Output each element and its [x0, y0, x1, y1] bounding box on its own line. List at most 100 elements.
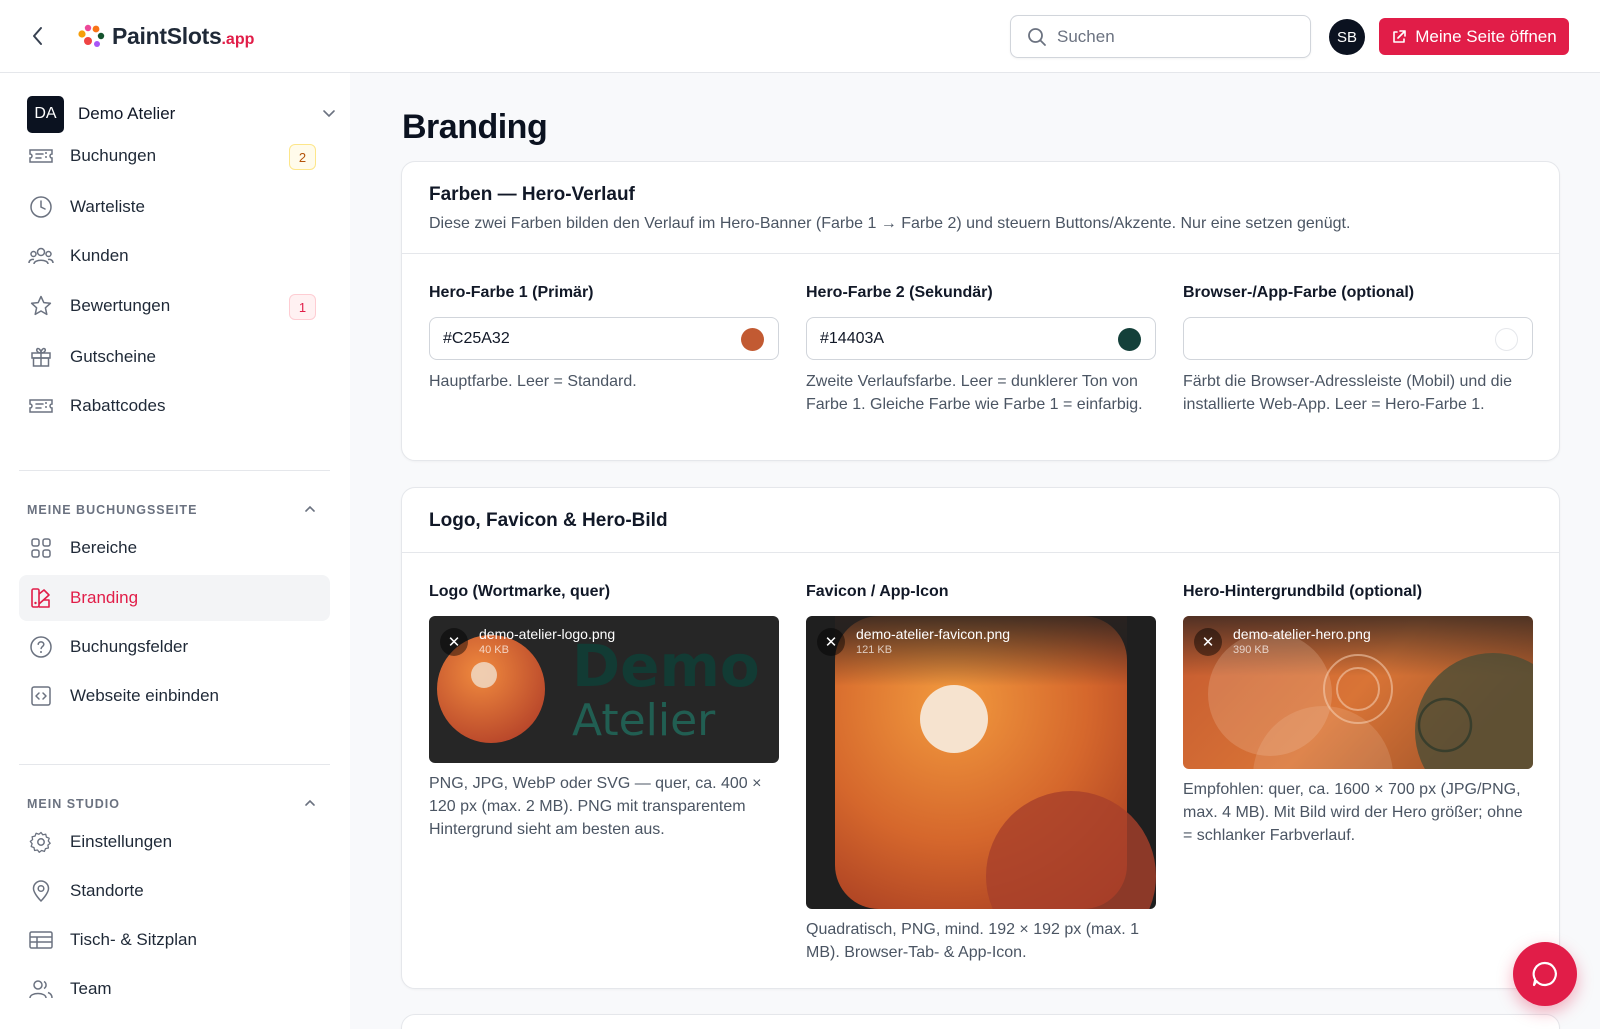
sidebar-item-bereiche[interactable]: Bereiche — [19, 525, 330, 571]
hero-color-2-field: Hero-Farbe 2 (Sekundär) Zweite Verlaufsf… — [806, 284, 1156, 416]
top-bar: PaintSlots .app SB Meine Seite öffnen — [0, 0, 1600, 73]
sidebar-item-label: Warteliste — [70, 197, 145, 216]
color-swatch[interactable] — [1495, 328, 1518, 351]
section-header-studio[interactable]: MEIN STUDIO — [27, 797, 327, 811]
hero-color-2-input[interactable] — [820, 329, 1080, 348]
chevron-up-icon — [305, 505, 315, 512]
section-header-buchungsseite[interactable]: MEINE BUCHUNGSSEITE — [27, 503, 327, 517]
workspace-switcher[interactable]: DA Demo Atelier — [27, 95, 337, 133]
hero-color-1-field: Hero-Farbe 1 (Primär) Hauptfarbe. Leer =… — [429, 284, 779, 393]
chevron-down-icon — [323, 110, 335, 118]
remove-file-button[interactable]: ✕ — [440, 628, 468, 656]
count-badge: 2 — [289, 144, 316, 170]
chevron-up-icon — [305, 799, 315, 806]
open-my-page-button[interactable]: Meine Seite öffnen — [1379, 18, 1569, 55]
file-name: demo-atelier-favicon.png — [856, 626, 1011, 642]
grid-icon — [28, 535, 54, 561]
search-box[interactable] — [1010, 15, 1311, 58]
sidebar-item-warteliste[interactable]: Warteliste — [19, 184, 330, 230]
sidebar-item-label: Bereiche — [70, 538, 138, 557]
workspace-badge: DA — [27, 95, 64, 133]
sidebar-item-bewertungen[interactable]: Bewertungen 1 — [19, 283, 330, 329]
color-input-box[interactable] — [806, 317, 1156, 360]
sidebar-item-kunden[interactable]: Kunden — [19, 233, 330, 279]
sidebar: DA Demo Atelier Buchungen 2 Warteliste K… — [0, 73, 350, 1029]
external-link-icon — [1393, 29, 1407, 43]
code-icon — [28, 683, 54, 709]
sidebar-item-label: Buchungen — [70, 146, 157, 165]
remove-file-button[interactable]: ✕ — [817, 628, 845, 656]
field-help: Zweite Verlaufsfarbe. Leer = dunklerer T… — [806, 373, 1143, 413]
favicon-image — [835, 616, 1156, 909]
hero-image-upload: Hero-Hintergrundbild (optional) ✕ demo-a… — [1183, 583, 1533, 847]
field-help: PNG, JPG, WebP oder SVG — quer, ca. 400 … — [429, 775, 762, 838]
sidebar-item-buchungen[interactable]: Buchungen 2 — [19, 133, 330, 179]
sidebar-item-standorte[interactable]: Standorte — [19, 868, 330, 914]
star-icon — [28, 293, 54, 319]
field-label: Hero-Farbe 2 (Sekundär) — [806, 284, 993, 301]
field-label: Hero-Farbe 1 (Primär) — [429, 284, 594, 301]
favicon-upload: Favicon / App-Icon ✕ demo-atelier-favico… — [806, 583, 1156, 964]
gear-icon — [28, 829, 54, 855]
color-swatch[interactable] — [1118, 328, 1141, 351]
chevron-left-icon — [33, 27, 42, 45]
browser-color-field: Browser-/App-Farbe (optional) Färbt die … — [1183, 284, 1533, 416]
browser-color-input[interactable] — [1197, 329, 1457, 348]
sidebar-item-label: Branding — [70, 588, 139, 607]
open-my-page-label: Meine Seite öffnen — [1415, 26, 1557, 46]
sidebar-item-team[interactable]: Team — [19, 966, 330, 1012]
sidebar-item-einstellungen[interactable]: Einstellungen — [19, 819, 330, 865]
logo-text-atelier: Atelier — [572, 695, 716, 746]
ticket-icon — [28, 393, 54, 419]
card-header: Farben — Hero-Verlauf Diese zwei Farben … — [402, 162, 1559, 254]
field-label: Favicon / App-Icon — [806, 583, 949, 600]
sidebar-item-label: Webseite einbinden — [70, 686, 220, 705]
remove-file-button[interactable]: ✕ — [1194, 628, 1222, 656]
sidebar-item-buchungsfelder[interactable]: Buchungsfelder — [19, 624, 330, 670]
file-name: demo-atelier-logo.png — [479, 626, 616, 642]
sidebar-item-label: Gutscheine — [70, 347, 156, 366]
sidebar-item-gutscheine[interactable]: Gutscheine — [19, 334, 330, 380]
colors-card: Farben — Hero-Verlauf Diese zwei Farben … — [401, 161, 1560, 461]
app-logo[interactable]: PaintSlots .app — [76, 20, 254, 52]
sidebar-item-label: Team — [70, 979, 112, 998]
hero-image-preview[interactable]: ✕ demo-atelier-hero.png 390 KB — [1183, 616, 1533, 769]
sidebar-item-label: Einstellungen — [70, 832, 173, 851]
field-label: Browser-/App-Farbe (optional) — [1183, 284, 1415, 301]
logo-preview[interactable]: Demo Atelier ✕ demo-atelier-logo.png 40 … — [429, 616, 779, 763]
color-input-box[interactable] — [1183, 317, 1533, 360]
sidebar-item-branding[interactable]: Branding — [19, 575, 330, 621]
sidebar-item-label: Kunden — [70, 246, 129, 265]
ticket-icon — [28, 143, 54, 169]
logo-text-demo: Demo — [572, 632, 760, 700]
count-badge: 1 — [289, 294, 316, 320]
sidebar-item-webseite-einbinden[interactable]: Webseite einbinden — [19, 673, 330, 719]
field-label: Hero-Hintergrundbild (optional) — [1183, 583, 1423, 600]
color-input-box[interactable] — [429, 317, 779, 360]
favicon-preview[interactable]: ✕ demo-atelier-favicon.png 121 KB — [806, 616, 1156, 909]
sidebar-item-label: Buchungsfelder — [70, 637, 189, 656]
section-title: MEIN STUDIO — [27, 797, 120, 811]
map-pin-icon — [28, 878, 54, 904]
sidebar-divider — [19, 764, 330, 765]
color-swatch[interactable] — [741, 328, 764, 351]
back-button[interactable] — [26, 24, 50, 48]
search-input[interactable] — [1057, 26, 1277, 47]
file-size: 121 KB — [856, 644, 893, 656]
sidebar-item-rabattcodes[interactable]: Rabattcodes — [19, 383, 330, 429]
file-name: demo-atelier-hero.png — [1233, 626, 1371, 642]
chat-icon — [1532, 961, 1557, 987]
sidebar-item-tisch-sitzplan[interactable]: Tisch- & Sitzplan — [19, 917, 330, 963]
gift-icon — [28, 344, 54, 370]
media-card: Logo, Favicon & Hero-Bild Logo (Wortmark… — [401, 487, 1560, 989]
sidebar-item-label: Rabattcodes — [70, 396, 166, 415]
logo-upload: Logo (Wortmarke, quer) Demo Atelier ✕ de… — [429, 583, 779, 841]
hero-color-1-input[interactable] — [443, 329, 703, 348]
sidebar-item-label: Bewertungen — [70, 296, 171, 315]
next-card — [401, 1014, 1560, 1029]
user-avatar[interactable]: SB — [1329, 19, 1365, 55]
sidebar-divider — [19, 470, 330, 471]
card-header: Logo, Favicon & Hero-Bild — [402, 488, 1559, 553]
chat-button[interactable] — [1513, 942, 1577, 1006]
field-help: Hauptfarbe. Leer = Standard. — [429, 373, 637, 390]
